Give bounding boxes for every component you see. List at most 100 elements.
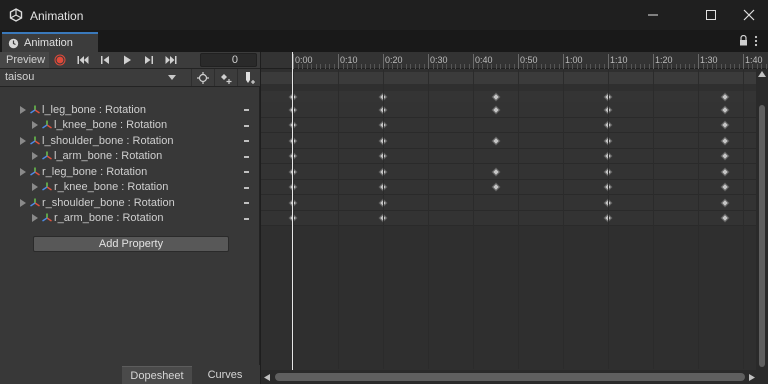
clip-dropdown[interactable]: taisou xyxy=(0,69,186,86)
add-keyframe-button[interactable] xyxy=(191,69,213,86)
ruler-subtick xyxy=(590,64,591,69)
ruler-subtick xyxy=(702,64,704,69)
track-row[interactable] xyxy=(261,133,756,149)
last-key-button[interactable] xyxy=(161,53,181,67)
ruler-tick xyxy=(653,54,654,69)
property-row[interactable]: r_shoulder_bone : Rotation xyxy=(0,195,260,211)
previous-key-button[interactable] xyxy=(95,53,115,67)
clock-icon xyxy=(8,38,19,48)
property-options-button[interactable] xyxy=(244,217,249,220)
track-row[interactable] xyxy=(261,102,756,118)
ruler-subtick xyxy=(675,64,677,69)
property-options-button[interactable] xyxy=(244,155,249,158)
ruler-tick xyxy=(563,54,564,69)
property-options-button[interactable] xyxy=(244,171,249,173)
lock-icon[interactable] xyxy=(739,35,748,46)
track-row[interactable] xyxy=(261,195,756,211)
ruler-subtick xyxy=(477,64,479,69)
horizontal-scrollbar[interactable] xyxy=(261,370,768,384)
property-options-button[interactable] xyxy=(244,186,249,189)
ruler-subtick xyxy=(459,64,461,69)
foldout-arrow-icon[interactable] xyxy=(31,183,39,192)
ruler-subtick xyxy=(392,64,393,69)
property-options-button[interactable] xyxy=(244,109,249,111)
frame-input[interactable]: 0 xyxy=(200,53,257,67)
property-row[interactable]: l_arm_bone : Rotation xyxy=(0,149,260,165)
ruler-subtick xyxy=(378,64,380,69)
add-event-button[interactable] xyxy=(237,69,259,86)
track-row[interactable] xyxy=(261,210,756,226)
ruler-tick xyxy=(743,54,744,69)
tab-dopesheet[interactable]: Dopesheet xyxy=(122,366,192,384)
add-property-button[interactable]: Add Property xyxy=(33,236,229,252)
ruler-subtick xyxy=(711,64,713,69)
property-row[interactable]: r_leg_bone : Rotation xyxy=(0,164,260,180)
add-key-button[interactable] xyxy=(214,69,236,86)
time-ruler[interactable]: 0:00 0:10 0:20 0:30 0:40 0:50 1:00 1:10 1:20 1:30… xyxy=(261,52,768,69)
next-key-button[interactable] xyxy=(139,53,159,67)
property-options-button[interactable] xyxy=(244,124,249,127)
property-options-button[interactable] xyxy=(244,140,249,142)
close-button[interactable] xyxy=(726,0,768,30)
ruler-subtick xyxy=(648,64,650,69)
vertical-scroll-thumb[interactable] xyxy=(759,105,765,367)
foldout-arrow-icon[interactable] xyxy=(31,121,39,130)
kebab-menu-icon[interactable] xyxy=(754,35,758,47)
property-label: l_shoulder_bone : Rotation xyxy=(42,134,174,147)
ruler-subtick xyxy=(401,64,402,69)
track-row[interactable] xyxy=(261,164,756,180)
dopesheet-timeline[interactable]: 0:00 0:10 0:20 0:30 0:40 0:50 1:00 1:10 1:20 1:30… xyxy=(261,52,768,384)
property-row[interactable]: r_arm_bone : Rotation xyxy=(0,211,260,227)
ruler-subtick xyxy=(455,64,456,69)
foldout-arrow-icon[interactable] xyxy=(31,152,39,161)
clip-bar: taisou xyxy=(0,69,260,87)
property-list: l_leg_bone : Rotation l_knee_bone : Rotat… xyxy=(0,102,260,226)
property-options-button[interactable] xyxy=(244,202,249,204)
first-key-button[interactable] xyxy=(73,53,93,67)
transform-icon xyxy=(42,120,52,129)
ruler-subtick xyxy=(734,64,735,69)
ruler-subtick xyxy=(468,64,470,69)
ruler-tick xyxy=(698,54,699,69)
property-row[interactable]: l_knee_bone : Rotation xyxy=(0,118,260,134)
gridline xyxy=(383,69,384,369)
ruler-subtick xyxy=(716,64,717,69)
ruler-subtick xyxy=(752,64,753,69)
scroll-left-icon xyxy=(264,374,270,381)
tab-strip: Animation xyxy=(0,30,768,52)
minimize-button[interactable] xyxy=(630,0,676,30)
ruler-subtick xyxy=(720,64,722,69)
property-row[interactable]: l_leg_bone : Rotation xyxy=(0,102,260,118)
ruler-subtick xyxy=(729,64,731,69)
foldout-arrow-icon[interactable] xyxy=(31,214,39,223)
ruler-subtick xyxy=(567,64,569,69)
tab-animation[interactable]: Animation xyxy=(2,32,98,52)
ruler-subtick xyxy=(347,64,348,69)
property-row[interactable]: l_shoulder_bone : Rotation xyxy=(0,133,260,149)
track-row[interactable] xyxy=(261,179,756,195)
vertical-scrollbar[interactable] xyxy=(756,69,768,370)
track-row[interactable] xyxy=(261,117,756,133)
ruler-subtick xyxy=(320,64,321,69)
ruler-subtick xyxy=(423,64,425,69)
play-button[interactable] xyxy=(117,53,137,67)
ruler-subtick xyxy=(351,64,353,69)
ruler-subtick xyxy=(333,64,335,69)
ruler-subtick xyxy=(464,64,465,69)
foldout-arrow-icon[interactable] xyxy=(19,198,27,207)
horizontal-scroll-thumb[interactable] xyxy=(275,373,745,381)
transform-icon xyxy=(42,213,52,222)
property-row[interactable]: r_knee_bone : Rotation xyxy=(0,180,260,196)
ruler-subtick xyxy=(599,64,600,69)
foldout-arrow-icon[interactable] xyxy=(19,105,27,114)
record-button[interactable] xyxy=(50,53,70,67)
foldout-arrow-icon[interactable] xyxy=(19,167,27,176)
chevron-down-icon xyxy=(168,75,176,80)
ruler-subtick xyxy=(306,64,308,69)
preview-toggle[interactable]: Preview xyxy=(0,52,50,68)
tab-curves[interactable]: Curves xyxy=(192,366,258,384)
ruler-subtick xyxy=(626,64,627,69)
track-row[interactable] xyxy=(261,148,756,164)
ruler-subtick xyxy=(419,64,420,69)
foldout-arrow-icon[interactable] xyxy=(19,136,27,145)
